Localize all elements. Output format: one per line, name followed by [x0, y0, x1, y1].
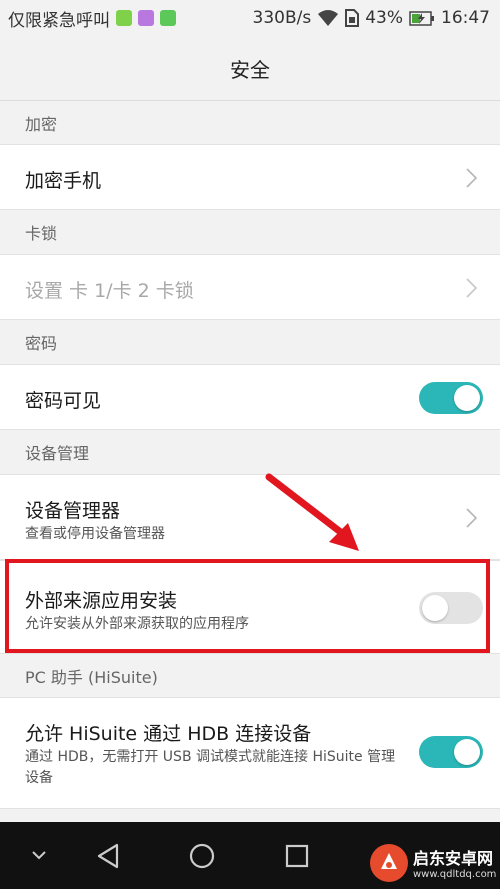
- watermark-name: 启东安卓网: [413, 849, 494, 868]
- watermark: 启东安卓网 www.qdltdq.com: [370, 836, 500, 889]
- page-header: 安全: [0, 36, 500, 101]
- item-title: 设置 卡 1/卡 2 卡锁: [25, 280, 194, 302]
- section-label: 密码: [25, 334, 58, 353]
- section-header-password: 密码: [0, 320, 500, 364]
- chevron-down-icon[interactable]: [30, 848, 48, 862]
- network-speed: 330B/s: [252, 8, 312, 28]
- item-title: 允许 HiSuite 通过 HDB 连接设备: [25, 723, 312, 745]
- message-notification-icon: [160, 10, 176, 26]
- section-header-card-lock: 卡锁: [0, 210, 500, 254]
- section-header-device-management: 设备管理: [0, 430, 500, 474]
- section-label: 设备管理: [25, 444, 90, 463]
- settings-item-hisuite-hdb[interactable]: 允许 HiSuite 通过 HDB 连接设备 通过 HDB，无需打开 USB 调…: [0, 697, 500, 809]
- section-label: 卡锁: [25, 224, 58, 243]
- toggle-knob: [454, 739, 480, 765]
- watermark-url: www.qdltdq.com: [413, 869, 497, 880]
- watermark-text: 启东安卓网 www.qdltdq.com: [413, 845, 496, 880]
- wifi-icon: [318, 10, 339, 26]
- section-label: PC 助手 (HiSuite): [25, 668, 158, 687]
- carrier-text: 仅限紧急呼叫: [8, 10, 110, 31]
- gallery-notification-icon: [138, 10, 154, 26]
- annotation-arrow: [265, 473, 359, 551]
- item-title: 外部来源应用安装: [25, 590, 178, 612]
- password-visible-toggle[interactable]: [419, 382, 483, 414]
- clock: 16:47: [441, 8, 490, 28]
- watermark-logo-icon: [370, 843, 408, 882]
- settings-item-unknown-sources[interactable]: 外部来源应用安装 允许安装从外部来源获取的应用程序: [0, 560, 500, 654]
- hisuite-hdb-toggle[interactable]: [419, 736, 483, 768]
- home-icon[interactable]: [188, 842, 216, 870]
- settings-item-sim-lock[interactable]: 设置 卡 1/卡 2 卡锁: [0, 254, 500, 320]
- status-bar-right: 330B/s 43% 16:47: [253, 0, 491, 36]
- section-header-encryption: 加密: [0, 101, 500, 145]
- item-title: 密码可见: [25, 390, 102, 412]
- settings-item-encrypt-phone[interactable]: 加密手机: [0, 144, 500, 210]
- page-title: 安全: [230, 57, 270, 82]
- app-notification-icon: [116, 10, 132, 26]
- settings-item-device-admin[interactable]: 设备管理器 查看或停用设备管理器: [0, 474, 500, 560]
- item-subtitle: 通过 HDB，无需打开 USB 调试模式就能连接 HiSuite 管理设备: [25, 749, 396, 786]
- battery-percent: 43%: [365, 8, 403, 28]
- unknown-sources-toggle[interactable]: [419, 592, 483, 624]
- section-header-pc-assistant: PC 助手 (HiSuite): [0, 654, 500, 698]
- item-subtitle: 允许安装从外部来源获取的应用程序: [25, 616, 249, 632]
- toggle-knob: [454, 385, 480, 411]
- settings-item-password-visible[interactable]: 密码可见: [0, 364, 500, 430]
- section-label: 加密: [25, 115, 58, 134]
- item-title: 设备管理器: [25, 500, 121, 522]
- chevron-right-icon: [466, 508, 478, 528]
- toggle-knob: [422, 595, 448, 621]
- back-icon[interactable]: [95, 842, 121, 870]
- status-bar-left: 仅限紧急呼叫: [8, 0, 176, 36]
- recents-icon[interactable]: [284, 843, 310, 869]
- item-title: 加密手机: [25, 170, 102, 192]
- chevron-right-icon: [466, 278, 478, 298]
- sim-icon: [345, 9, 360, 27]
- status-bar: 仅限紧急呼叫 330B/s 43% 16:47: [0, 0, 500, 36]
- battery-charging-icon: [409, 10, 434, 26]
- chevron-right-icon: [466, 168, 478, 188]
